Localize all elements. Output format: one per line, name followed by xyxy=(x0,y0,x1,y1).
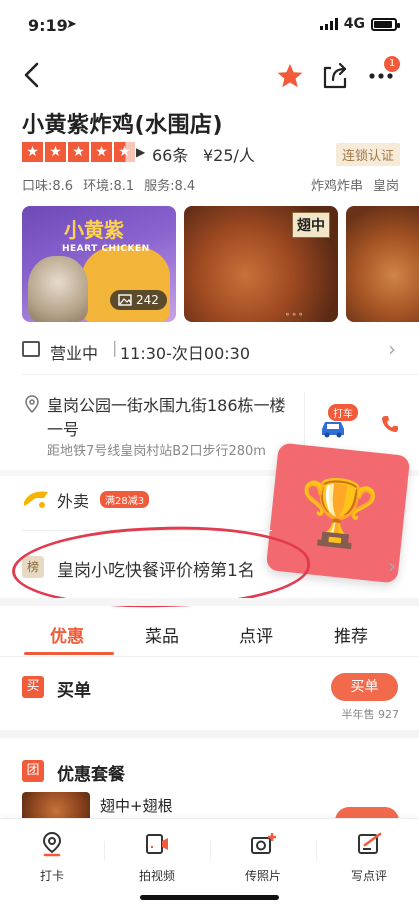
car-icon[interactable] xyxy=(318,418,348,438)
star-icon: ★ xyxy=(91,142,112,162)
photo-chicken-wings[interactable]: 翅中 ⚬⚬⚬ xyxy=(184,206,338,322)
star-icon: ★ xyxy=(22,142,43,162)
photo-dish-tag: 翅中 xyxy=(292,212,330,238)
divider xyxy=(0,656,419,657)
divider xyxy=(304,392,305,448)
back-arrow-icon[interactable] xyxy=(18,60,48,90)
photo-brand-subtext: HEART CHICKEN xyxy=(62,244,150,254)
takeout-label[interactable]: 外卖 xyxy=(57,488,89,512)
checkin-icon xyxy=(42,831,62,857)
delivery-icon xyxy=(24,491,48,508)
favorite-star-icon[interactable] xyxy=(276,62,304,90)
notification-badge: 1 xyxy=(384,56,400,72)
package-icon: 团 xyxy=(22,760,44,782)
photo-storefront[interactable]: 小黄紫 HEART CHICKEN 242 xyxy=(22,206,176,322)
checkin-label: 打卡 xyxy=(39,869,64,883)
write-review-button[interactable]: 写点评 xyxy=(319,831,419,884)
photo-count-badge[interactable]: 242 xyxy=(110,290,167,310)
triangle-right-icon[interactable]: ▶ xyxy=(136,145,145,159)
business-hours[interactable]: 11:30-次日00:30 xyxy=(120,340,250,364)
status-time: 9:19 xyxy=(28,16,68,35)
divider xyxy=(210,841,211,861)
takeout-promo-badge: 满28减3 xyxy=(100,491,150,508)
food-bucket-image xyxy=(82,246,170,322)
divider xyxy=(316,841,317,861)
video-button[interactable]: 拍视频 xyxy=(107,831,207,884)
photo-brand-text: 小黄紫 xyxy=(64,218,124,242)
star-icon: ★ xyxy=(68,142,89,162)
tab-deals[interactable]: 优惠 xyxy=(50,622,84,647)
score-service: 服务:8.4 xyxy=(144,179,196,194)
tab-dishes[interactable]: 菜品 xyxy=(145,622,179,647)
shop-title: 小黄紫炸鸡(水围店) xyxy=(22,113,224,138)
photo-watermark: ⚬⚬⚬ xyxy=(284,310,305,319)
checkin-button[interactable]: 打卡 xyxy=(2,831,102,884)
network-label: 4G xyxy=(343,16,365,32)
chevron-right-icon[interactable]: › xyxy=(388,554,396,578)
video-label: 拍视频 xyxy=(138,869,175,883)
section-divider xyxy=(0,598,419,606)
rating-stars: ★ ★ ★ ★ ★ xyxy=(22,142,135,162)
battery-icon xyxy=(371,17,400,31)
home-indicator[interactable] xyxy=(140,895,279,900)
half-star-icon: ★ xyxy=(114,142,135,162)
photo-upload-button[interactable]: 传照片 xyxy=(213,831,313,884)
active-tab-indicator xyxy=(24,652,114,655)
address-text[interactable]: 皇岗公园一街水围九街186栋一楼一号 xyxy=(47,394,297,442)
open-status: 营业中 xyxy=(50,344,99,363)
photo-fried-chicken[interactable] xyxy=(346,206,419,322)
score-environment: 环境:8.1 xyxy=(83,179,135,194)
location-arrow-icon: ➤ xyxy=(66,17,77,32)
edit-review-icon xyxy=(358,832,382,854)
divider xyxy=(22,374,419,375)
tab-recommend[interactable]: 推荐 xyxy=(334,622,368,647)
photo-count: 242 xyxy=(136,293,159,307)
status-indicators: 4G xyxy=(319,16,400,32)
cat-image xyxy=(28,256,88,322)
score-taste: 口味:8.6 xyxy=(22,179,74,194)
hours-separator: | xyxy=(112,338,118,357)
clock-icon xyxy=(22,341,40,357)
chevron-right-icon[interactable]: › xyxy=(388,337,396,361)
phone-icon[interactable] xyxy=(380,414,400,434)
review-count[interactable]: 66条 xyxy=(152,142,188,166)
package-title: 优惠套餐 xyxy=(57,765,125,785)
buy-icon: 买 xyxy=(22,676,44,698)
section-divider xyxy=(0,730,419,738)
certification-badge[interactable]: 连锁认证 xyxy=(336,143,401,166)
buy-sold-count: 半年售 927 xyxy=(341,708,400,721)
price-per-person: ¥25/人 xyxy=(203,146,255,165)
signal-icon xyxy=(319,18,338,30)
write-review-label: 写点评 xyxy=(350,869,387,883)
tab-reviews[interactable]: 点评 xyxy=(239,622,273,647)
star-icon: ★ xyxy=(45,142,66,162)
tag-area[interactable]: 皇岗 xyxy=(373,175,399,194)
buy-title: 买单 xyxy=(57,681,91,701)
trophy-icon: 🏆 xyxy=(294,472,382,555)
tag-category[interactable]: 炸鸡炸串 xyxy=(311,175,363,194)
buy-button[interactable]: 买单 xyxy=(331,673,398,701)
score-list: 口味:8.6 环境:8.1 服务:8.4 xyxy=(22,175,195,194)
package-item-name[interactable]: 翅中+翅根 xyxy=(100,795,173,816)
share-icon[interactable] xyxy=(321,60,349,90)
divider xyxy=(104,841,105,861)
location-pin-icon xyxy=(25,395,39,413)
video-camera-icon xyxy=(146,834,168,854)
shop-tags: 炸鸡炸串 皇岗 xyxy=(311,175,399,194)
camera-plus-icon xyxy=(251,833,276,854)
image-icon xyxy=(118,294,132,306)
metro-distance: 距地铁7号线皇岗村站B2口步行280m xyxy=(47,444,266,459)
photo-upload-label: 传照片 xyxy=(244,869,281,883)
